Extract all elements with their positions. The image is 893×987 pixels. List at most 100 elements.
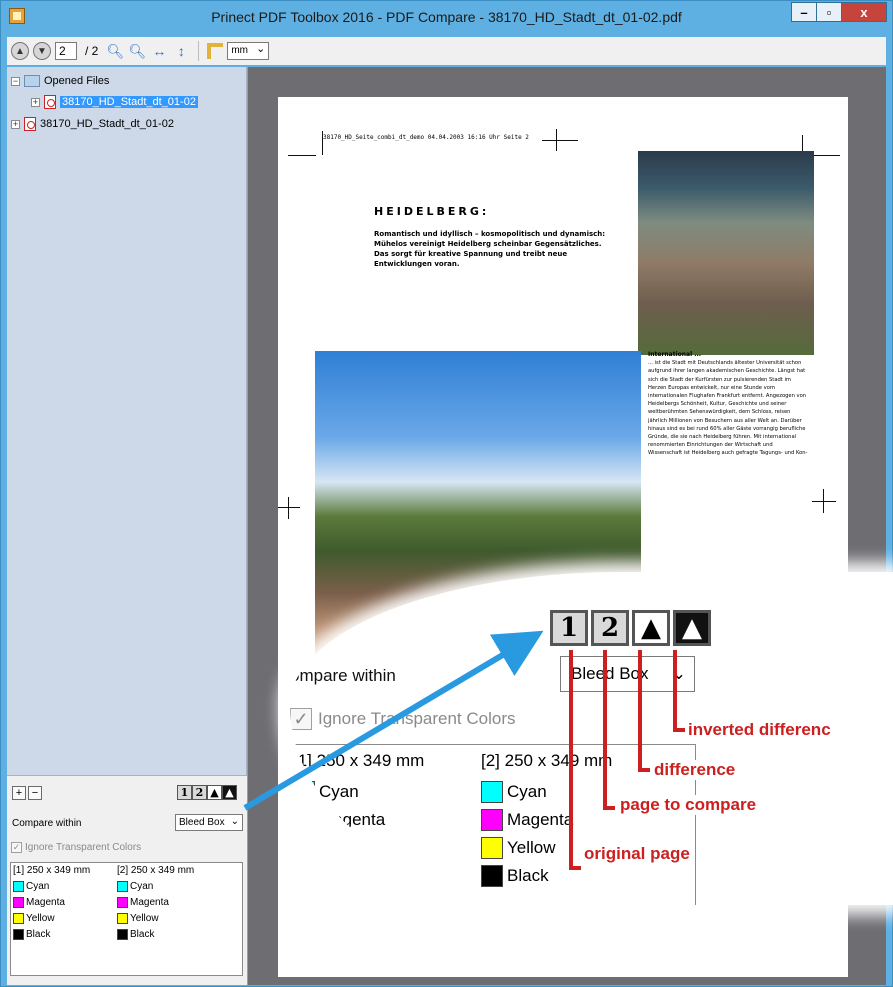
chevron-down-icon: ⌄ <box>230 816 239 827</box>
color-label: Cyan <box>507 782 547 801</box>
line-difference <box>638 650 642 772</box>
color-swatch <box>117 881 128 892</box>
maximize-button[interactable]: ▫ <box>816 2 842 22</box>
page-up-icon[interactable]: ▲ <box>11 42 29 60</box>
color-row: Yellow <box>13 913 55 924</box>
color-label: Yellow <box>26 913 55 924</box>
color-row: Magenta <box>481 809 573 831</box>
checkbox-icon: ✓ <box>290 708 312 730</box>
title-bar[interactable]: Prinect PDF Toolbox 2016 - PDF Compare -… <box>1 1 892 33</box>
left-panel: − Opened Files + 38170_HD_Stadt_dt_01-02… <box>7 67 247 985</box>
crop-mark <box>288 155 316 156</box>
body-text: ... ist die Stadt mit Deutschlands ältes… <box>648 360 808 457</box>
color-separations-list: [1] 250 x 349 mm [2] 250 x 349 mm Cyan Ma… <box>10 862 243 976</box>
tree-item-file1[interactable]: + 38170_HD_Stadt_dt_01-02 <box>31 94 198 110</box>
mode-compare-button[interactable]: 2 <box>192 785 207 800</box>
expand-icon[interactable]: + <box>31 97 40 107</box>
tree-item-label[interactable]: 38170_HD_Stadt_dt_01-02 <box>60 96 198 108</box>
checkbox-icon[interactable]: ✓ <box>11 842 22 853</box>
label-difference: difference <box>652 760 738 780</box>
color-swatch <box>117 929 128 940</box>
fit-width-icon[interactable]: ↔ <box>150 42 168 60</box>
body-title: International ... <box>648 351 702 358</box>
color-label: Cyan <box>319 782 359 801</box>
callout-ignore-checkbox: ✓ Ignore Transparent Colors <box>290 708 516 730</box>
callout-compare-within: ompare within <box>290 666 396 685</box>
color-row: Cyan <box>117 881 153 892</box>
color-swatch <box>117 897 128 908</box>
color-swatch <box>481 781 503 803</box>
callout-mode-original: 1 <box>550 610 588 646</box>
compare-within-select[interactable]: Bleed Box ⌄ <box>175 814 243 831</box>
fit-height-icon[interactable]: ↕ <box>172 42 190 60</box>
color-swatch <box>13 913 24 924</box>
tree-item-label[interactable]: 38170_HD_Stadt_dt_01-02 <box>40 118 174 130</box>
color-row: Cyan <box>293 781 359 803</box>
color-label: Black <box>26 929 51 940</box>
callout-select-value: Bleed Box <box>571 664 649 683</box>
callout-size-2: [2] 250 x 349 mm <box>481 751 613 770</box>
label-inverted-difference: inverted differenc <box>686 720 833 740</box>
size-2: [2] 250 x 349 mm <box>117 865 195 876</box>
page-body: International ... ... ist die Stadt mit … <box>648 351 808 458</box>
color-row: Cyan <box>13 881 49 892</box>
unit-select[interactable]: mm <box>227 41 270 60</box>
color-row: Yellow <box>481 837 556 859</box>
mode-original-button[interactable]: 1 <box>177 785 192 800</box>
folder-icon <box>24 75 40 87</box>
tree-item-file2[interactable]: + 38170_HD_Stadt_dt_01-02 <box>11 116 174 132</box>
label-page-to-compare: page to compare <box>618 795 759 815</box>
page-number-input[interactable]: 2 <box>55 42 77 60</box>
color-row: Black <box>481 865 549 887</box>
toolbar-separator <box>198 41 200 61</box>
color-label: Black <box>507 866 549 885</box>
callout-mode-difference: ▲ <box>632 610 670 646</box>
color-label: Yellow <box>319 838 368 857</box>
ruler-icon[interactable] <box>207 43 224 59</box>
color-label: Magenta <box>319 810 386 829</box>
tree-root[interactable]: − Opened Files <box>11 73 109 89</box>
minimize-button[interactable]: – <box>791 2 817 22</box>
color-row: Yellow <box>293 837 368 859</box>
color-row: Magenta <box>117 897 169 908</box>
add-button[interactable]: + <box>12 786 26 800</box>
color-row: Yellow <box>117 913 159 924</box>
collapse-icon[interactable]: − <box>11 76 20 86</box>
registration-mark <box>542 140 578 141</box>
window-title: Prinect PDF Toolbox 2016 - PDF Compare -… <box>211 9 682 25</box>
callout-mode-buttons: 1 2 ▲ ▲ <box>550 610 711 646</box>
color-label: Magenta <box>507 810 574 829</box>
ignore-transparent-checkbox[interactable]: ✓ Ignore Transparent Colors <box>11 842 141 853</box>
color-row: Black <box>117 929 154 940</box>
crop-mark <box>810 155 840 156</box>
color-swatch <box>293 809 315 831</box>
zoom-in-icon[interactable]: 🔍︎ <box>106 42 124 60</box>
remove-button[interactable]: − <box>28 786 42 800</box>
zoom-callout: 1 2 ▲ ▲ ompare within Bleed Box ⌄ ✓ Igno… <box>290 572 893 905</box>
color-label: Cyan <box>26 881 50 892</box>
page-header-line: 38170_HD_Seite_combi_dt_demo 04.04.2003 … <box>323 134 529 141</box>
pdf-file-icon <box>24 117 36 131</box>
color-label: Yellow <box>507 838 556 857</box>
line-inverted-foot <box>673 728 685 732</box>
zoom-out-icon[interactable]: 🔍︎ <box>128 42 146 60</box>
page-heading: HEIDELBERG: <box>374 205 490 218</box>
color-swatch <box>117 913 128 924</box>
compare-within-label: Compare within <box>12 818 82 829</box>
callout-color-list: [1] 250 x 349 mm [2] 250 x 349 mm Cyan Ma… <box>290 744 696 905</box>
color-swatch <box>293 781 315 803</box>
mode-difference-button[interactable]: ▲ <box>207 785 222 800</box>
close-button[interactable]: x <box>841 2 887 22</box>
line-inverted <box>673 650 677 732</box>
color-label: Magenta <box>26 897 65 908</box>
color-swatch <box>13 929 24 940</box>
color-swatch <box>13 881 24 892</box>
color-swatch <box>13 897 24 908</box>
compare-panel: + − 1 2 ▲ ▲ Compare within Bleed Box ⌄ ✓… <box>7 775 247 985</box>
color-swatch <box>481 809 503 831</box>
page-down-icon[interactable]: ▼ <box>33 42 51 60</box>
mode-inverted-button[interactable]: ▲ <box>222 785 237 800</box>
expand-icon[interactable]: + <box>11 119 20 129</box>
tree-root-label: Opened Files <box>44 75 110 87</box>
compare-mode-buttons: 1 2 ▲ ▲ <box>177 785 237 800</box>
